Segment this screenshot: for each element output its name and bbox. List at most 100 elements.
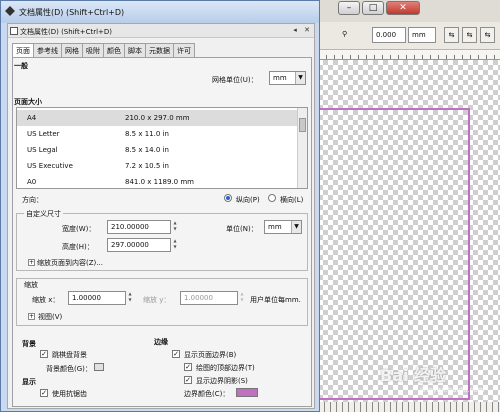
page-size-name: US Executive — [27, 162, 73, 170]
scale-x-stepper[interactable]: ▲ ▼ — [127, 291, 133, 304]
orientation-label: 方向： — [22, 196, 43, 204]
background-color-swatch[interactable] — [94, 363, 104, 371]
list-item[interactable]: A4 210.0 x 297.0 mm — [17, 110, 297, 126]
background-color-label: 背景颜色(G)： — [46, 365, 92, 373]
toolbar-lock-icon[interactable]: ⚲ — [342, 30, 347, 38]
landscape-radio[interactable] — [268, 194, 276, 202]
border-on-top-label: 绘图的顶部边界(T) — [196, 364, 255, 372]
snap-icon-1[interactable]: ⇆ — [444, 27, 459, 43]
page-size-dimensions: 8.5 x 11.0 in — [125, 130, 169, 138]
expand-icon[interactable]: + — [28, 259, 35, 266]
width-stepper[interactable]: ▲ ▼ — [172, 220, 178, 233]
inkscape-icon — [5, 6, 15, 16]
show-shadow-label: 显示边界阴影(S) — [196, 377, 248, 385]
snap-icon-2[interactable]: ⇆ — [462, 27, 477, 43]
page-size-name: A4 — [27, 114, 37, 122]
page-size-dimensions: 7.2 x 10.5 in — [125, 162, 169, 170]
width-label: 宽度(W)： — [62, 225, 96, 233]
tab-metadata[interactable]: 元数据 — [145, 43, 174, 57]
user-units-label: 用户单位每mm. — [250, 296, 301, 304]
page-size-dimensions: 841.0 x 1189.0 mm — [125, 178, 194, 186]
tab-scripting[interactable]: 脚本 — [124, 43, 146, 57]
list-item[interactable]: US Executive 7.2 x 10.5 in — [17, 158, 297, 174]
dialog-title: 文档属性(D) (Shift+Ctrl+D) — [19, 8, 125, 17]
border-heading: 边缘 — [154, 338, 168, 346]
grid-unit-select[interactable]: mm ▼ — [269, 71, 306, 85]
list-item[interactable]: US Legal 8.5 x 14.0 in — [17, 142, 297, 158]
panel-close-icon[interactable]: ✕ — [302, 26, 312, 36]
watermark-url: jingyan.baidu.com — [420, 386, 485, 394]
border-color-label: 边界颜色(C)： — [184, 390, 230, 398]
watermark-logo: Bai 经验 — [380, 366, 447, 385]
snap-icon-3[interactable]: ⇆ — [480, 27, 495, 43]
tab-grids[interactable]: 网格 — [61, 43, 83, 57]
show-border-checkbox[interactable]: ✓ — [172, 350, 180, 358]
display-heading: 显示 — [22, 378, 36, 386]
unit-select[interactable]: mm ▼ — [264, 220, 302, 234]
custom-size-heading: 自定义尺寸 — [24, 209, 63, 219]
scrollbar-thumb[interactable] — [299, 118, 306, 132]
panel-iconify-icon[interactable]: ◂ — [290, 26, 300, 36]
maximize-button[interactable]: □ — [362, 1, 384, 15]
viewbox-toggle[interactable]: 视图(V) — [38, 312, 62, 322]
scale-x-field[interactable]: 1.00000 — [68, 291, 126, 305]
list-item[interactable]: A0 841.0 x 1189.0 mm — [17, 174, 297, 190]
tab-snap[interactable]: 吸附 — [82, 43, 104, 57]
height-stepper[interactable]: ▲ ▼ — [172, 238, 178, 251]
border-color-swatch[interactable] — [236, 388, 258, 397]
unit-label: 单位(N)： — [226, 225, 258, 233]
panel-header: 文档属性(D) (Shift+Ctrl+D) ◂ ✕ — [8, 24, 314, 38]
tab-color[interactable]: 颜色 — [103, 43, 125, 57]
general-heading: 一般 — [14, 62, 28, 70]
app-titlebar: – □ ✕ — [318, 0, 500, 22]
list-item[interactable]: US Letter 8.5 x 11.0 in — [17, 126, 297, 142]
minimize-button[interactable]: – — [338, 1, 360, 15]
background-heading: 背景 — [22, 340, 36, 348]
portrait-label[interactable]: 纵向(P) — [236, 195, 260, 205]
bottom-scrollbar[interactable] — [318, 402, 500, 412]
landscape-label[interactable]: 横向(L) — [280, 195, 303, 205]
page-size-name: US Legal — [27, 146, 58, 154]
document-properties-dialog: 文档属性(D) (Shift+Ctrl+D) 文档属性(D) (Shift+Ct… — [0, 0, 320, 412]
tab-bar: 页面 参考线 网格 吸附 颜色 脚本 元数据 许可 — [12, 43, 195, 58]
tab-license[interactable]: 许可 — [173, 43, 195, 57]
page-size-dimensions: 8.5 x 14.0 in — [125, 146, 169, 154]
page-size-list[interactable]: A4 210.0 x 297.0 mm US Letter 8.5 x 11.0… — [16, 107, 308, 189]
tab-page[interactable]: 页面 — [12, 43, 34, 58]
unit-value: mm — [268, 223, 282, 231]
scale-y-stepper: ▲ ▼ — [240, 291, 244, 302]
list-scrollbar[interactable] — [297, 108, 307, 188]
checkerboard-label: 跳棋盘背景 — [52, 351, 87, 359]
page-size-name: US Letter — [27, 130, 60, 138]
toolbar-unit-select[interactable]: mm — [408, 27, 436, 43]
height-label: 高度(H)： — [62, 243, 94, 251]
height-field[interactable]: 297.00000 — [107, 238, 171, 252]
scale-x-label: 缩放 x： — [32, 296, 60, 304]
dialog-titlebar[interactable]: 文档属性(D) (Shift+Ctrl+D) — [1, 1, 319, 23]
antialias-label: 使用抗锯齿 — [52, 390, 87, 398]
grid-unit-value: mm — [273, 74, 287, 82]
close-button[interactable]: ✕ — [386, 1, 420, 15]
page-size-name: A0 — [27, 178, 37, 186]
antialias-checkbox[interactable]: ✓ — [40, 389, 48, 397]
scale-y-field: 1.00000 — [180, 291, 238, 305]
page-border — [318, 108, 470, 400]
tab-guides[interactable]: 参考线 — [33, 43, 62, 57]
show-shadow-checkbox[interactable]: ✓ — [184, 376, 192, 384]
fit-page-to-content[interactable]: 缩放页面到内容(Z)... — [37, 258, 103, 268]
expand-icon[interactable]: + — [28, 313, 35, 320]
scale-heading: 缩放 — [24, 281, 38, 289]
checkerboard-checkbox[interactable]: ✓ — [40, 350, 48, 358]
show-border-label: 显示页面边界(B) — [184, 351, 237, 359]
portrait-radio[interactable] — [224, 194, 232, 202]
toolbar-value-field[interactable]: 0.000 — [372, 27, 406, 43]
page-size-dimensions: 210.0 x 297.0 mm — [125, 114, 190, 122]
scale-y-label: 缩放 y： — [143, 296, 171, 304]
grid-unit-label: 网格单位(U)： — [212, 76, 258, 84]
document-icon — [10, 27, 18, 35]
page-size-heading: 页面大小 — [14, 98, 42, 106]
width-field[interactable]: 210.00000 — [107, 220, 171, 234]
chevron-down-icon: ▼ — [295, 72, 305, 84]
border-on-top-checkbox[interactable]: ✓ — [184, 363, 192, 371]
panel-title: 文档属性(D) (Shift+Ctrl+D) — [20, 28, 113, 36]
